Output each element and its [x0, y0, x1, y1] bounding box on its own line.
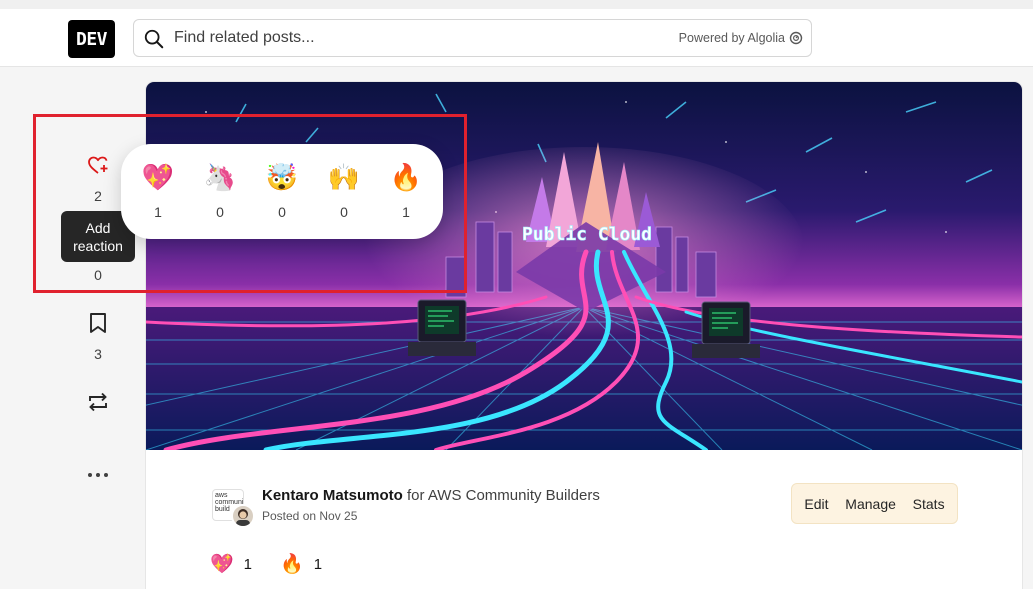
- reaction-summary: 💖 1 🔥 1: [210, 552, 322, 576]
- search-icon: [144, 29, 164, 49]
- more-options-button[interactable]: [83, 460, 113, 490]
- search-input[interactable]: [174, 20, 634, 56]
- reaction-raised-hands[interactable]: 🙌 0: [313, 160, 375, 220]
- summary-fire[interactable]: 🔥 1: [280, 552, 322, 576]
- owner-actions: Edit Manage Stats: [791, 483, 958, 524]
- reaction-fire[interactable]: 🔥 1: [375, 160, 437, 220]
- powered-by-label: Powered by Algolia: [678, 31, 785, 45]
- fire-icon: 🔥: [280, 554, 304, 575]
- author-avatar-image: [236, 509, 250, 526]
- reaction-heart[interactable]: 💖 1: [127, 160, 189, 220]
- sparkle-heart-icon: 💖: [210, 554, 234, 575]
- reaction-count: 2: [94, 188, 102, 204]
- bookmark-button[interactable]: [83, 308, 113, 338]
- reaction-fire-count: 1: [402, 204, 410, 220]
- reaction-unicorn[interactable]: 🦄 0: [189, 160, 251, 220]
- share-button[interactable]: [83, 387, 113, 417]
- author-line: Kentaro Matsumoto for AWS Community Buil…: [262, 487, 600, 504]
- fire-icon: 🔥: [389, 162, 423, 192]
- dev-logo[interactable]: DEV: [68, 20, 115, 58]
- ellipsis-icon: [88, 473, 108, 477]
- edit-button[interactable]: Edit: [802, 492, 830, 516]
- exploding-head-icon: 🤯: [265, 162, 299, 192]
- reaction-unicorn-count: 0: [216, 204, 224, 220]
- algolia-icon: [789, 31, 803, 45]
- raised-hands-icon: 🙌: [327, 162, 361, 192]
- author-name[interactable]: Kentaro Matsumoto: [262, 487, 403, 504]
- reaction-exploding-head-count: 0: [278, 204, 286, 220]
- author-org[interactable]: for AWS Community Builders: [403, 487, 600, 504]
- reaction-heart-count: 1: [154, 204, 162, 220]
- posted-date: Posted on Nov 25: [262, 509, 358, 523]
- author-avatar[interactable]: [231, 504, 255, 528]
- sparkle-heart-icon: 💖: [141, 162, 175, 192]
- reaction-drawer: 💖 1 🦄 0 🤯 0 🙌 0 🔥 1: [121, 144, 443, 239]
- manage-button[interactable]: Manage: [843, 492, 898, 516]
- reaction-exploding-head[interactable]: 🤯 0: [251, 160, 313, 220]
- summary-heart-count: 1: [243, 555, 253, 573]
- search-bar[interactable]: Powered by Algolia: [133, 19, 812, 57]
- repost-icon: [89, 392, 107, 412]
- stats-button[interactable]: Stats: [911, 492, 947, 516]
- powered-by-algolia[interactable]: Powered by Algolia: [679, 31, 803, 45]
- cover-title: Public Cloud: [522, 224, 652, 245]
- reaction-raised-hands-count: 0: [340, 204, 348, 220]
- bookmark-count: 3: [94, 346, 102, 362]
- unicorn-icon: 🦄: [203, 162, 237, 192]
- summary-heart[interactable]: 💖 1: [210, 552, 252, 576]
- top-header: DEV Powered by Algolia: [0, 0, 1033, 67]
- bookmark-icon: [90, 313, 106, 333]
- heart-plus-icon: [88, 156, 108, 174]
- add-reaction-button[interactable]: [83, 150, 113, 180]
- summary-fire-count: 1: [313, 555, 323, 573]
- unicorn-count: 0: [94, 267, 102, 283]
- cover-image: Public Cloud: [146, 82, 1022, 450]
